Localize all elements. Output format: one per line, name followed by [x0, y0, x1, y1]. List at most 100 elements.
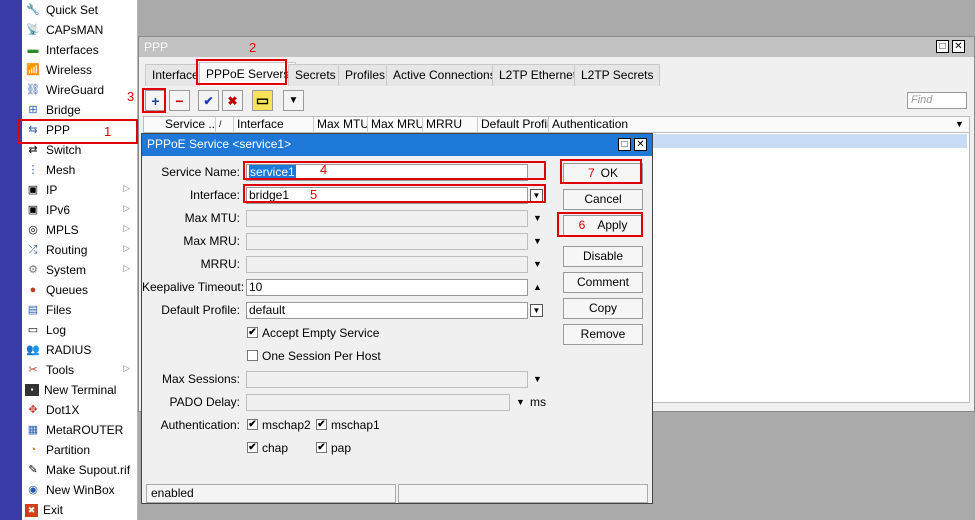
sidebar-item-wireguard[interactable]: ⛓ WireGuard — [22, 80, 138, 100]
sidebar-item-radius[interactable]: 👥 RADIUS — [22, 340, 138, 360]
sidebar-item-ipv6[interactable]: ▣ IPv6 ▷ — [22, 200, 138, 220]
tab-profiles[interactable]: Profiles — [338, 64, 393, 86]
max-sessions-field[interactable] — [246, 371, 528, 388]
mschap1-checkbox[interactable]: ✔ — [316, 419, 327, 430]
sidebar-item-label: Bridge — [46, 103, 81, 117]
columns-dropdown-icon[interactable]: ▼ — [953, 117, 969, 133]
sidebar-item-label: WireGuard — [46, 83, 105, 97]
quick-set-icon: 🔧 — [26, 4, 40, 16]
close-window-icon[interactable]: ✕ — [634, 138, 647, 151]
sidebar-item-label: Dot1X — [46, 403, 80, 417]
sidebar-item-make-supout[interactable]: ✎ Make Supout.rif — [22, 460, 138, 480]
close-window-icon[interactable]: ✕ — [952, 40, 965, 53]
mrru-dropdown-icon[interactable]: ▼ — [533, 259, 542, 269]
table-row-selected[interactable] — [653, 134, 967, 148]
pado-delay-field[interactable] — [246, 394, 510, 411]
restore-window-icon[interactable]: □ — [936, 40, 949, 53]
annotation-5: 5 — [310, 187, 318, 202]
disable-button[interactable]: Disable — [563, 246, 643, 267]
tab-secrets[interactable]: Secrets — [288, 64, 343, 86]
filter-button[interactable]: ▼ — [283, 90, 304, 111]
max-mru-field[interactable] — [246, 233, 528, 250]
copy-button[interactable]: Copy — [563, 298, 643, 319]
column-header-service[interactable]: Service ... — [162, 117, 216, 133]
sidebar-item-new-terminal[interactable]: ▪ New Terminal — [22, 380, 138, 400]
max-mtu-field[interactable] — [246, 210, 528, 227]
sidebar-item-bridge[interactable]: ⊞ Bridge — [22, 100, 138, 120]
default-profile-select[interactable]: default — [246, 302, 528, 319]
column-header-interface[interactable]: Interface — [234, 117, 314, 133]
sidebar-item-system[interactable]: ⚙ System ▷ — [22, 260, 138, 280]
keepalive-timeout-field[interactable]: 10 — [246, 279, 528, 296]
exit-icon: ✖ — [25, 503, 38, 517]
bridge-icon: ⊞ — [28, 104, 38, 116]
sidebar-item-exit[interactable]: ✖ Exit — [22, 500, 138, 520]
sidebar-item-ip[interactable]: ▣ IP ▷ — [22, 180, 138, 200]
max-sessions-dropdown-icon[interactable]: ▼ — [533, 374, 542, 384]
log-icon: ▭ — [27, 324, 39, 336]
routing-icon: ⤮ — [28, 244, 38, 256]
authentication-label: Authentication: — [160, 418, 240, 432]
sidebar-item-log[interactable]: ▭ Log — [22, 320, 138, 340]
annotation-1: 1 — [104, 124, 112, 139]
queues-icon: ● — [29, 284, 37, 296]
accept-empty-service-checkbox[interactable]: ✔ — [247, 327, 258, 338]
sidebar-item-new-winbox[interactable]: ◉ New WinBox — [22, 480, 138, 500]
keepalive-collapse-icon[interactable]: ▲ — [533, 282, 542, 292]
remove-button[interactable]: − — [169, 90, 190, 111]
one-session-per-host-checkbox[interactable] — [247, 350, 258, 361]
ipv6-icon: ▣ — [27, 204, 39, 216]
sidebar-item-wireless[interactable]: 📶 Wireless — [22, 60, 138, 80]
sidebar-item-label: Exit — [43, 503, 64, 517]
sidebar-item-label: New Terminal — [44, 383, 117, 397]
cancel-button[interactable]: Cancel — [563, 189, 643, 210]
sidebar-item-dot1x[interactable]: ✥ Dot1X — [22, 400, 138, 420]
pado-delay-unit: ms — [530, 395, 546, 409]
max-mru-label: Max MRU: — [183, 234, 240, 248]
sidebar-item-mesh[interactable]: ⋮ Mesh — [22, 160, 138, 180]
column-header-default-profile[interactable]: Default Profile — [478, 117, 549, 133]
disable-button[interactable]: ✖ — [222, 90, 243, 111]
pap-checkbox[interactable]: ✔ — [316, 442, 327, 453]
default-profile-dropdown-icon[interactable]: ▼ — [530, 304, 543, 317]
max-mru-dropdown-icon[interactable]: ▼ — [533, 236, 542, 246]
restore-window-icon[interactable]: □ — [618, 138, 631, 151]
sidebar-item-interfaces[interactable]: ▬ Interfaces — [22, 40, 138, 60]
comment-button[interactable]: Comment — [563, 272, 643, 293]
pado-delay-dropdown-icon[interactable]: ▼ — [516, 397, 525, 407]
ppp-window-titlebar[interactable]: PPP □ ✕ — [139, 37, 974, 57]
tab-l2tp-ethernet[interactable]: L2TP Ethernet — [492, 64, 584, 86]
sidebar-item-queues[interactable]: ● Queues — [22, 280, 138, 300]
sidebar-item-tools[interactable]: ✂ Tools ▷ — [22, 360, 138, 380]
tab-l2tp-secrets[interactable]: L2TP Secrets — [574, 64, 661, 86]
sidebar-item-routing[interactable]: ⤮ Routing ▷ — [22, 240, 138, 260]
dialog-titlebar[interactable]: PPPoE Service <service1> □ ✕ — [142, 134, 652, 156]
annotation-box-pppoe-servers — [196, 59, 287, 85]
sidebar-item-mpls[interactable]: ◎ MPLS ▷ — [22, 220, 138, 240]
annotation-box-interface — [243, 184, 546, 203]
comment-button[interactable]: ▭ — [252, 90, 273, 111]
submenu-arrow-icon: ▷ — [123, 183, 130, 193]
tab-active-connections[interactable]: Active Connections — [386, 64, 503, 86]
column-header-mrru[interactable]: MRRU — [423, 117, 478, 133]
sidebar-item-capsman[interactable]: 📡 CAPsMAN — [22, 20, 138, 40]
remove-button[interactable]: Remove — [563, 324, 643, 345]
partition-icon: ◔ — [29, 444, 37, 456]
chap-checkbox[interactable]: ✔ — [247, 442, 258, 453]
column-header-max-mru[interactable]: Max MRU — [368, 117, 423, 133]
find-input[interactable]: Find — [907, 92, 967, 109]
sidebar-item-quick-set[interactable]: 🔧 Quick Set — [22, 0, 138, 20]
sidebar-item-label: Files — [46, 303, 72, 317]
sidebar-item-partition[interactable]: ◔ Partition — [22, 440, 138, 460]
mrru-field[interactable] — [246, 256, 528, 273]
sidebar-item-metarouter[interactable]: ▦ MetaROUTER — [22, 420, 138, 440]
mschap2-checkbox[interactable]: ✔ — [247, 419, 258, 430]
tools-icon: ✂ — [28, 364, 38, 376]
mschap1-label: mschap1 — [331, 418, 380, 432]
enable-button[interactable]: ✔ — [198, 90, 219, 111]
max-mtu-dropdown-icon[interactable]: ▼ — [533, 213, 542, 223]
column-header-max-mtu[interactable]: Max MTU — [314, 117, 368, 133]
sidebar-item-files[interactable]: ▤ Files — [22, 300, 138, 320]
status-bar-state: enabled — [146, 484, 396, 503]
column-header-authentication[interactable]: Authentication — [549, 117, 949, 133]
